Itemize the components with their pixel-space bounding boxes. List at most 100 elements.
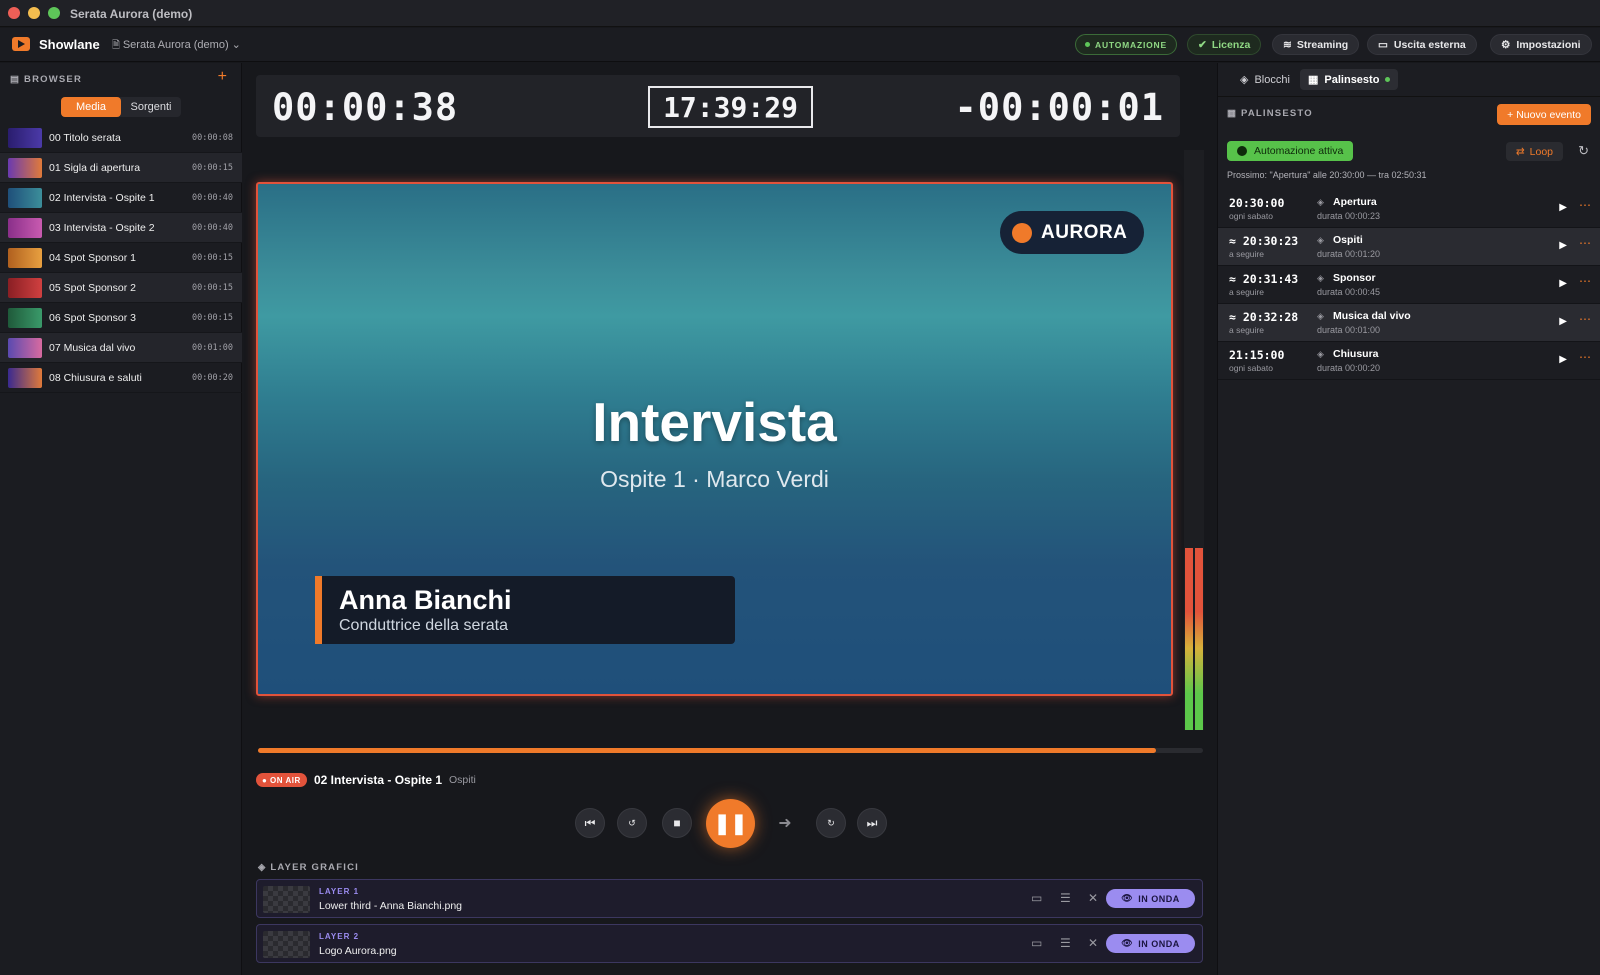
settings-button[interactable]: ⚙ Impostazioni — [1490, 34, 1592, 55]
media-list: 00 Titolo serata 00:00:08 01 Sigla di ape… — [0, 123, 242, 393]
play-icon[interactable]: ▶ — [1559, 240, 1567, 251]
lower-third-role: Conduttrice della serata — [339, 617, 508, 634]
event-name: Ospiti — [1333, 234, 1363, 246]
event-row[interactable]: ≈ 20:30:23 a seguire ◈ Ospiti durata 00:… — [1218, 228, 1600, 266]
media-item[interactable]: 00 Titolo serata 00:00:08 — [0, 123, 242, 153]
program-preview: AURORA Intervista Ospite 1 · Marco Verdi… — [256, 182, 1173, 696]
previous-button[interactable]: ⏮ — [575, 808, 605, 838]
calendar-icon: ▦ — [1308, 74, 1319, 86]
media-duration: 00:00:15 — [192, 252, 233, 263]
next-cue-button[interactable]: ➜ — [770, 808, 800, 838]
more-icon[interactable]: ⋯ — [1579, 236, 1591, 250]
broadcast-icon: ≋ — [1283, 38, 1292, 51]
event-time: ≈ 20:32:28 — [1229, 310, 1299, 324]
playback-progress-bar[interactable] — [258, 748, 1203, 753]
on-air-layer-toggle[interactable]: 👁 IN ONDA — [1106, 889, 1195, 908]
media-name: 08 Chiusura e saluti — [49, 371, 142, 384]
media-item[interactable]: 05 Spot Sponsor 2 00:00:15 — [0, 273, 242, 303]
media-thumbnail — [8, 337, 42, 358]
media-item[interactable]: 04 Spot Sponsor 1 00:00:15 — [0, 243, 242, 273]
streaming-button[interactable]: ≋ Streaming — [1272, 34, 1360, 55]
sliders-icon[interactable]: ☰ — [1060, 936, 1071, 950]
layer-row[interactable]: LAYER 2 Logo Aurora.png ▭ ☰ ✕ 👁 IN ONDA — [256, 924, 1203, 963]
media-browser-panel: ▤ BROWSER + Media Sorgenti 00 Titolo ser… — [0, 63, 242, 975]
layers-title: LAYER GRAFICI — [270, 862, 359, 873]
document-selector[interactable]: 🗎 Serata Aurora (demo) ⌄ — [112, 38, 241, 55]
media-name: 03 Intervista - Ospite 2 — [49, 221, 155, 234]
event-name: Chiusura — [1333, 348, 1379, 360]
external-output-button[interactable]: ▭ Uscita esterna — [1367, 34, 1477, 55]
pause-button[interactable]: ❚❚ — [706, 799, 755, 848]
loop-button[interactable]: ⇄ Loop — [1505, 142, 1563, 161]
media-name: 04 Spot Sponsor 1 — [49, 251, 136, 264]
tab-blocks[interactable]: ◈ Blocchi — [1232, 69, 1298, 90]
aurora-logo-badge: AURORA — [1000, 211, 1144, 254]
maximize-window-button[interactable] — [48, 7, 60, 19]
layers-header: ◈ LAYER GRAFICI — [258, 862, 359, 873]
event-name: Sponsor — [1333, 272, 1376, 284]
folder-icon[interactable]: ▭ — [1031, 891, 1042, 905]
media-item[interactable]: 02 Intervista - Ospite 1 00:00:40 — [0, 183, 242, 213]
close-icon[interactable]: ✕ — [1088, 936, 1098, 950]
sliders-icon[interactable]: ☰ — [1060, 891, 1071, 905]
play-icon[interactable]: ▶ — [1559, 354, 1567, 365]
app-toolbar: Showlane 🗎 Serata Aurora (demo) ⌄ AUTOMA… — [0, 28, 1600, 62]
layer-status: IN ONDA — [1138, 938, 1180, 949]
tab-sources[interactable]: Sorgenti — [121, 97, 181, 117]
rewind-10-button[interactable]: ↺ — [617, 808, 647, 838]
media-thumbnail — [8, 217, 42, 238]
tab-schedule[interactable]: ▦ Palinsesto — [1300, 69, 1399, 90]
play-icon[interactable]: ▶ — [1559, 278, 1567, 289]
tab-media[interactable]: Media — [61, 97, 121, 117]
automation-button[interactable]: AUTOMAZIONE — [1075, 34, 1177, 55]
automation-active-button[interactable]: Automazione attiva — [1227, 141, 1354, 161]
calendar-icon: ▦ — [1227, 108, 1242, 119]
minimize-window-button[interactable] — [28, 7, 40, 19]
event-name: Musica dal vivo — [1333, 310, 1411, 322]
folder-icon[interactable]: ▭ — [1031, 936, 1042, 950]
media-item[interactable]: 03 Intervista - Ospite 2 00:00:40 — [0, 213, 242, 243]
media-duration: 00:00:20 — [192, 372, 233, 383]
more-icon[interactable]: ⋯ — [1579, 274, 1591, 288]
window-titlebar: Serata Aurora (demo) — [0, 0, 1600, 27]
browser-header: ▤ BROWSER — [10, 74, 82, 85]
close-icon[interactable]: ✕ — [1088, 891, 1098, 905]
loop-label: Loop — [1529, 145, 1553, 158]
forward-10-button[interactable]: ↻ — [816, 808, 846, 838]
add-media-button[interactable]: + — [218, 68, 227, 86]
on-air-layer-toggle[interactable]: 👁 IN ONDA — [1106, 934, 1195, 953]
event-time: ≈ 20:31:43 — [1229, 272, 1299, 286]
media-item[interactable]: 08 Chiusura e saluti 00:00:20 — [0, 363, 242, 393]
refresh-icon[interactable]: ↻ — [1578, 143, 1589, 159]
media-name: 00 Titolo serata — [49, 131, 121, 144]
play-icon[interactable]: ▶ — [1559, 202, 1567, 213]
media-duration: 00:00:08 — [192, 132, 233, 143]
forward-10-icon: ↻ — [827, 817, 835, 828]
media-thumbnail — [8, 277, 42, 298]
media-item[interactable]: 07 Musica dal vivo 00:01:00 — [0, 333, 242, 363]
license-button[interactable]: ✔ Licenza — [1187, 34, 1262, 55]
loop-icon: ⇄ — [1515, 145, 1525, 158]
more-icon[interactable]: ⋯ — [1579, 350, 1591, 364]
play-icon[interactable]: ▶ — [1559, 316, 1567, 327]
layer-row[interactable]: LAYER 1 Lower third - Anna Bianchi.png ▭… — [256, 879, 1203, 918]
layer-name: Lower third - Anna Bianchi.png — [319, 900, 463, 912]
tab-label: Blocchi — [1254, 73, 1290, 86]
next-button[interactable]: ⏭ — [857, 808, 887, 838]
event-row[interactable]: 20:30:00 ogni sabato ◈ Apertura durata 0… — [1218, 190, 1600, 228]
stop-button[interactable]: ■ — [662, 808, 692, 838]
media-thumbnail — [8, 247, 42, 268]
new-event-button[interactable]: + Nuovo evento — [1497, 104, 1591, 125]
media-item[interactable]: 01 Sigla di apertura 00:00:15 — [0, 153, 242, 183]
media-item[interactable]: 06 Spot Sponsor 3 00:00:15 — [0, 303, 242, 333]
more-icon[interactable]: ⋯ — [1579, 312, 1591, 326]
event-row[interactable]: ≈ 20:32:28 a seguire ◈ Musica dal vivo d… — [1218, 304, 1600, 342]
layers-icon: ◈ — [1317, 349, 1324, 359]
close-window-button[interactable] — [8, 7, 20, 19]
event-row[interactable]: 21:15:00 ogni sabato ◈ Chiusura durata 0… — [1218, 342, 1600, 380]
event-row[interactable]: ≈ 20:31:43 a seguire ◈ Sponsor durata 00… — [1218, 266, 1600, 304]
media-name: 02 Intervista - Ospite 1 — [49, 191, 155, 204]
automation-label: AUTOMAZIONE — [1095, 39, 1167, 50]
document-icon: 🗎 — [112, 40, 123, 51]
more-icon[interactable]: ⋯ — [1579, 198, 1591, 212]
